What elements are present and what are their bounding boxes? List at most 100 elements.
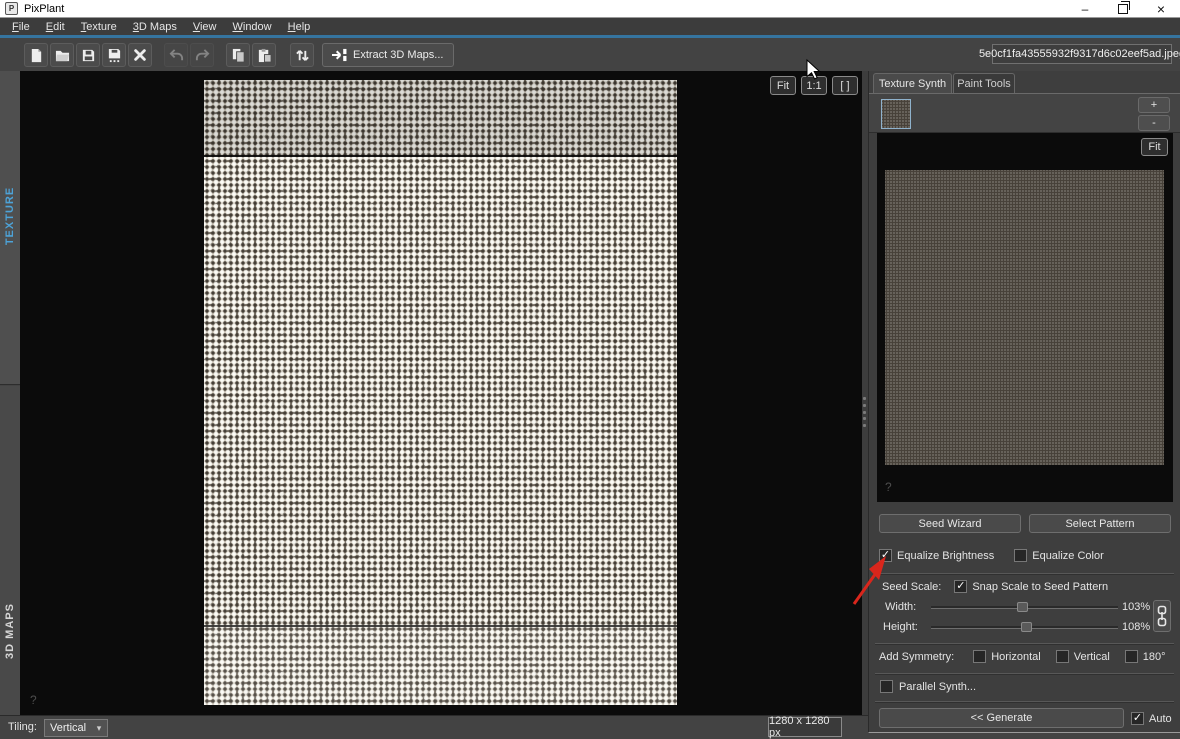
close-icon: × xyxy=(1156,0,1166,17)
canvas-1to1-label: 1:1 xyxy=(806,79,822,92)
tiling-dropdown[interactable]: Vertical ▾ xyxy=(44,719,108,737)
menu-3d-maps[interactable]: 3D Maps xyxy=(125,21,185,33)
generate-button[interactable]: << Generate xyxy=(879,708,1124,728)
parallel-synth-checkbox[interactable] xyxy=(880,680,893,693)
height-label: Height: xyxy=(883,620,918,633)
open-folder-icon xyxy=(55,50,69,61)
window-title: PixPlant xyxy=(24,2,65,15)
divider xyxy=(875,573,1174,575)
sidebar-texture-section[interactable]: TEXTURE xyxy=(0,71,20,385)
snap-scale-checkbox[interactable]: ✓ xyxy=(954,580,968,593)
check-icon: ✓ xyxy=(956,580,966,592)
extract-icon xyxy=(332,48,347,62)
equalize-color-checkbox[interactable] xyxy=(1014,549,1028,562)
add-symmetry-label: Add Symmetry: xyxy=(879,650,955,663)
texture-size-label: 1280 x 1280 px xyxy=(769,715,830,739)
symmetry-horizontal-label: Horizontal xyxy=(991,650,1041,663)
undo-button[interactable] xyxy=(164,43,188,67)
menu-edit[interactable]: Edit xyxy=(38,21,73,33)
remove-seed-button[interactable]: - xyxy=(1138,115,1170,131)
menu-view[interactable]: View xyxy=(185,21,225,33)
auto-checkbox[interactable]: ✓ xyxy=(1131,712,1144,725)
new-file-icon xyxy=(31,48,41,62)
filename-text: 5e0cf1fa43555932f9317d6c02eef5ad.jpeg xyxy=(978,48,1180,60)
minimize-icon: – xyxy=(1081,1,1089,16)
check-icon: ✓ xyxy=(1132,712,1143,724)
preview-fit-button[interactable]: Fit xyxy=(1141,138,1168,156)
texture-mode-label: TEXTURE xyxy=(4,186,16,246)
canvas-region-button[interactable]: [ ] xyxy=(832,76,858,95)
width-slider-thumb[interactable] xyxy=(1017,602,1029,612)
menu-window[interactable]: Window xyxy=(224,21,279,33)
chain-link-icon xyxy=(1157,605,1167,627)
menu-texture[interactable]: Texture xyxy=(73,21,125,33)
preview-fit-label: Fit xyxy=(1148,141,1161,153)
link-dimensions-button[interactable] xyxy=(1153,600,1171,632)
close-button[interactable]: × xyxy=(1142,0,1180,17)
height-value: 108% xyxy=(1122,620,1151,633)
mode-sidebar: TEXTURE 3D MAPS xyxy=(0,71,20,715)
generate-label: << Generate xyxy=(970,712,1033,724)
restore-button[interactable] xyxy=(1104,0,1142,17)
close-file-button[interactable] xyxy=(128,43,152,67)
menu-help[interactable]: Help xyxy=(280,21,319,33)
tab-paint-tools-label: Paint Tools xyxy=(957,77,1011,90)
symmetry-180-checkbox[interactable] xyxy=(1124,650,1138,663)
save-as-button[interactable] xyxy=(102,43,126,67)
canvas-fit-button[interactable]: Fit xyxy=(770,76,796,95)
texture-image[interactable] xyxy=(204,80,677,705)
tab-paint-tools[interactable]: Paint Tools xyxy=(953,73,1015,93)
swap-button[interactable] xyxy=(290,43,314,67)
height-slider[interactable] xyxy=(931,620,1118,633)
height-slider-thumb[interactable] xyxy=(1020,622,1032,632)
pixplant-window: P PixPlant – × File Edit Texture 3D Maps… xyxy=(0,0,1180,739)
restore-icon xyxy=(1118,0,1130,14)
maps-mode-label: 3D MAPS xyxy=(4,603,16,659)
tab-texture-synth[interactable]: Texture Synth xyxy=(873,73,952,93)
open-button[interactable] xyxy=(50,43,74,67)
symmetry-vertical-label: Vertical xyxy=(1073,650,1110,663)
preview-help-icon[interactable]: ? xyxy=(885,480,892,494)
canvas-1to1-button[interactable]: 1:1 xyxy=(801,76,827,95)
save-icon xyxy=(82,49,94,61)
menu-file[interactable]: File xyxy=(4,21,38,33)
plus-icon: + xyxy=(1150,99,1158,111)
swap-arrows-icon xyxy=(295,49,309,61)
seed-preview[interactable]: Fit ? xyxy=(877,133,1173,502)
splitter-grip-icon xyxy=(863,395,867,429)
seed-thumbnail[interactable] xyxy=(881,99,911,129)
copy-button[interactable] xyxy=(226,43,250,67)
symmetry-vertical-checkbox[interactable] xyxy=(1055,650,1069,663)
auto-label: Auto xyxy=(1149,712,1172,725)
texture-synth-panel: Texture Synth Paint Tools + - Fit ? Seed… xyxy=(868,71,1180,733)
paste-button[interactable] xyxy=(252,43,276,67)
minus-icon: - xyxy=(1152,117,1156,129)
redo-button[interactable] xyxy=(190,43,214,67)
divider xyxy=(875,643,1174,645)
seed-wizard-button[interactable]: Seed Wizard xyxy=(879,514,1021,533)
tab-texture-synth-label: Texture Synth xyxy=(878,77,947,90)
seed-scale-label: Seed Scale: xyxy=(882,580,942,593)
select-pattern-button[interactable]: Select Pattern xyxy=(1029,514,1171,533)
add-seed-button[interactable]: + xyxy=(1138,97,1170,113)
app-icon: P xyxy=(5,2,18,15)
save-as-icon xyxy=(108,48,120,62)
filename-field[interactable]: 5e0cf1fa43555932f9317d6c02eef5ad.jpeg xyxy=(979,44,1180,64)
extract-3d-maps-button[interactable]: Extract 3D Maps... xyxy=(322,43,455,67)
undo-icon xyxy=(169,48,183,60)
texture-canvas[interactable]: Fit 1:1 [ ] ? xyxy=(20,71,862,715)
tiling-value: Vertical xyxy=(50,722,87,734)
canvas-help-icon[interactable]: ? xyxy=(30,693,37,707)
copy-icon xyxy=(232,48,245,63)
minimize-button[interactable]: – xyxy=(1066,0,1104,17)
width-label: Width: xyxy=(885,600,917,613)
redo-icon xyxy=(195,48,209,60)
new-button[interactable] xyxy=(24,43,48,67)
seed-wizard-label: Seed Wizard xyxy=(918,517,982,530)
symmetry-horizontal-checkbox[interactable] xyxy=(973,650,987,663)
sidebar-3d-maps-section[interactable]: 3D MAPS xyxy=(0,386,20,715)
equalize-brightness-checkbox[interactable]: ✓ xyxy=(879,549,892,562)
save-button[interactable] xyxy=(76,43,100,67)
extract-label: Extract 3D Maps... xyxy=(353,49,444,61)
width-slider[interactable] xyxy=(931,600,1118,613)
